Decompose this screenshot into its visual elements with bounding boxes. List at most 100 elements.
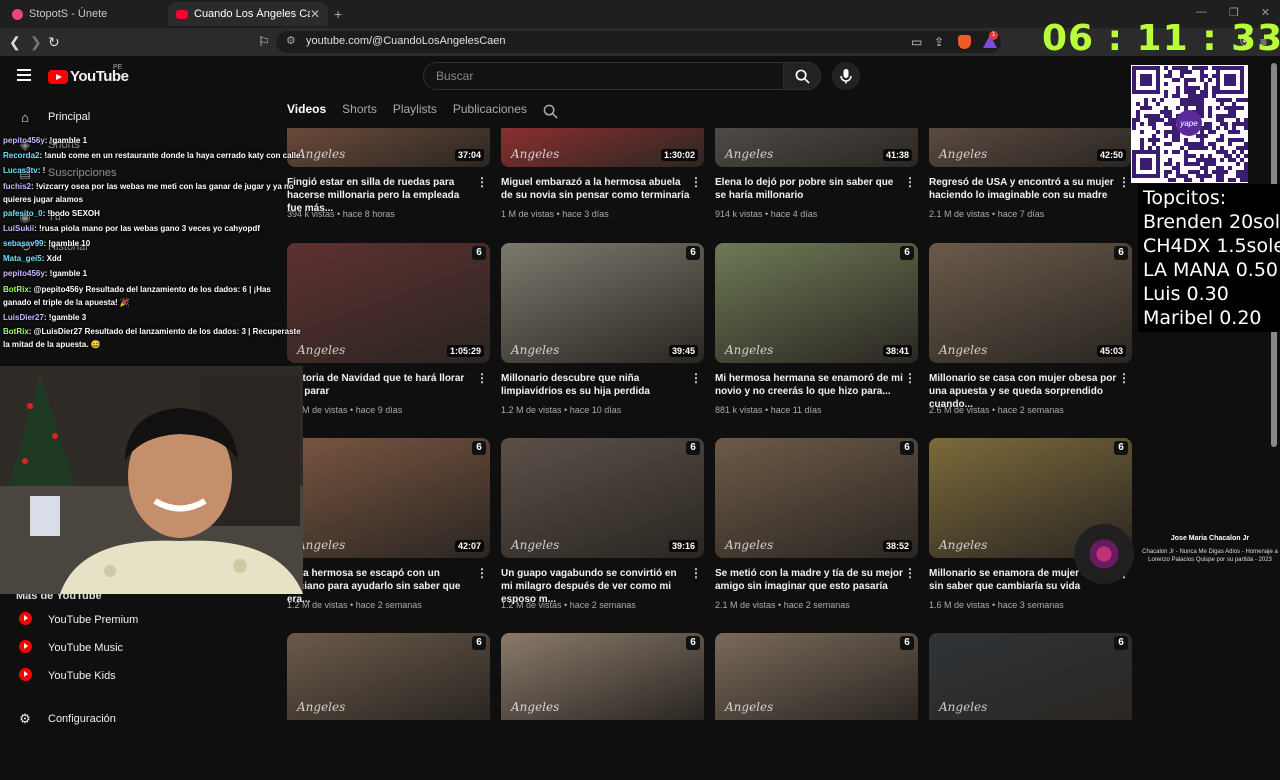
youtube-kids-icon	[18, 668, 32, 681]
video-title[interactable]: Regresó de USA y encontró a su mujer hac…	[929, 176, 1119, 202]
chat-text: : !bodo SEXOH	[42, 209, 100, 218]
video-card[interactable]: Angeles 37:04 Fingió estar en silla de rue…	[287, 128, 490, 227]
channel-search-icon[interactable]	[543, 104, 558, 119]
more-options-icon[interactable]: ⋮	[1118, 175, 1130, 189]
video-card[interactable]: Angeles 6	[929, 633, 1132, 780]
video-thumbnail[interactable]: Angeles 6 1:05:29	[287, 243, 490, 363]
new-tab-button[interactable]: +	[334, 6, 342, 22]
more-options-icon[interactable]: ⋮	[904, 566, 916, 580]
chat-message: BotRix: @LuisDier27 Resultado del lanzam…	[3, 327, 301, 336]
video-card[interactable]: Angeles 6	[287, 633, 490, 780]
video-card[interactable]: Angeles 42:50 Regresó de USA y encontró a …	[929, 128, 1132, 227]
back-arrow-icon[interactable]: ❮	[9, 34, 21, 51]
video-card[interactable]: Angeles 6 39:45 Millonario descubre que niñ…	[501, 243, 704, 423]
chat-message: la mitad de la apuesta. 😅	[3, 340, 101, 349]
video-thumbnail[interactable]: Angeles 42:50	[929, 128, 1132, 167]
sidebar-item-label: Suscripciones	[48, 167, 117, 179]
video-card[interactable]: Angeles 1:30:02 Miguel embarazó a la hermo…	[501, 128, 704, 227]
video-age: hace 9 días	[355, 405, 403, 415]
cast-icon[interactable]: ▭	[911, 35, 922, 49]
more-options-icon[interactable]: ⋮	[690, 371, 702, 385]
meta-separator: •	[762, 209, 771, 219]
video-title[interactable]: Historia de Navidad que te hará llorar s…	[287, 372, 477, 398]
video-thumbnail[interactable]: Angeles 6 38:41	[715, 243, 918, 363]
video-title[interactable]: Elena lo dejó por pobre sin saber que se…	[715, 176, 905, 202]
video-card[interactable]: Angeles 6	[501, 633, 704, 780]
chat-message: ganado el triple de la apuesta! 🎉	[3, 298, 130, 307]
tab-playlists[interactable]: Playlists	[393, 102, 437, 122]
video-meta: 394 k vistas • hace 8 horas	[287, 209, 395, 219]
tab-publicaciones[interactable]: Publicaciones	[453, 102, 527, 122]
video-thumbnail[interactable]: Angeles 6 39:16	[501, 438, 704, 558]
more-options-icon[interactable]: ⋮	[476, 566, 488, 580]
video-thumbnail[interactable]: Angeles 1:30:02	[501, 128, 704, 167]
more-options-icon[interactable]: ⋮	[904, 371, 916, 385]
video-card[interactable]: Angeles 6 1:05:29 Historia de Navidad que t…	[287, 243, 490, 423]
video-card[interactable]: Angeles 6 42:07 Niña hermosa se escapó con …	[287, 438, 490, 618]
sidebar-item-youtube-music[interactable]: YouTube Music	[16, 637, 123, 659]
video-thumbnail[interactable]: Angeles 6 38:52	[715, 438, 918, 558]
video-thumbnail[interactable]: Angeles 6 45:03	[929, 243, 1132, 363]
video-card[interactable]: Angeles 41:38 Elena lo dejó por pobre sin …	[715, 128, 918, 227]
reload-icon[interactable]: ↻	[48, 34, 60, 51]
top-donor-entry: Luis 0.30	[1143, 283, 1229, 305]
forward-arrow-icon[interactable]: ❯	[30, 34, 42, 51]
video-views: 1.6 M de vistas	[929, 600, 990, 610]
channel-watermark: Angeles	[939, 700, 988, 714]
video-thumbnail[interactable]: Angeles 6	[287, 633, 490, 720]
tab-shorts[interactable]: Shorts	[342, 102, 377, 122]
chat-username: Mata_gei5	[3, 254, 42, 263]
more-options-icon[interactable]: ⋮	[1118, 371, 1130, 385]
share-icon[interactable]: ⇪	[934, 35, 944, 49]
search-input[interactable]	[423, 62, 785, 90]
more-options-icon[interactable]: ⋮	[690, 566, 702, 580]
video-thumbnail[interactable]: Angeles 6	[501, 633, 704, 720]
video-meta: 1.6 M de vistas • hace 3 semanas	[929, 600, 1064, 610]
video-age: hace 2 semanas	[569, 600, 636, 610]
video-thumbnail[interactable]: Angeles 6	[715, 633, 918, 720]
video-title[interactable]: Miguel embarazó a la hermosa abuela de s…	[501, 176, 691, 202]
sidebar-item-youtube-premium[interactable]: YouTube Premium	[16, 609, 138, 631]
close-tab-icon[interactable]: ✕	[310, 7, 320, 21]
video-thumbnail[interactable]: Angeles 41:38	[715, 128, 918, 167]
sidebar-item-youtube-kids[interactable]: YouTube Kids	[16, 665, 116, 687]
video-thumbnail[interactable]: Angeles 6 39:45	[501, 243, 704, 363]
video-card[interactable]: Angeles 6 38:52 Se metió con la madre y tía…	[715, 438, 918, 618]
browser-tab-stopots[interactable]: StopotS - Únete	[4, 2, 164, 26]
video-card[interactable]: Angeles 6 45:03 Millonario se casa con muje…	[929, 243, 1132, 423]
browser-tab-youtube[interactable]: Cuando Los Ángeles Caen - You ✕	[168, 2, 328, 26]
chat-text: : Xdd	[41, 254, 62, 263]
video-card[interactable]: Angeles 6	[715, 633, 918, 780]
search-button[interactable]	[783, 62, 821, 90]
chat-text: : !	[37, 166, 46, 175]
video-title[interactable]: Mi hermosa hermana se enamoró de mi novi…	[715, 372, 905, 398]
more-options-icon[interactable]: ⋮	[476, 175, 488, 189]
video-card[interactable]: Angeles 6 38:41 Mi hermosa hermana se enamo…	[715, 243, 918, 423]
video-thumbnail[interactable]: Angeles 6 42:07	[287, 438, 490, 558]
top-donor-entry: LA MANA 0.50	[1143, 259, 1279, 281]
channel-watermark: Angeles	[939, 538, 988, 552]
bookmark-icon[interactable]: ⚐	[258, 34, 270, 50]
tab-videos[interactable]: Videos	[287, 102, 326, 122]
youtube-premium-icon	[18, 612, 32, 625]
video-title[interactable]: Se metió con la madre y tía de su mejor …	[715, 567, 905, 593]
brave-shields-icon[interactable]	[958, 35, 971, 49]
chat-message: BotRix: @pepito456y Resultado del lanzam…	[3, 285, 271, 294]
video-thumbnail[interactable]: Angeles 37:04	[287, 128, 490, 167]
address-bar[interactable]: ⚙ youtube.com/@CuandoLosAngelesCaen	[276, 31, 1001, 53]
voice-search-button[interactable]	[832, 62, 860, 90]
gear-icon: ⚙	[19, 711, 31, 726]
video-card[interactable]: Angeles 6 39:16 Un guapo vagabundo se convi…	[501, 438, 704, 618]
hamburger-menu-icon[interactable]	[17, 69, 31, 81]
sidebar-item-settings[interactable]: ⚙ Configuración	[16, 708, 116, 730]
video-title[interactable]: Millonario descubre que niña limpiavidri…	[501, 372, 691, 398]
more-options-icon[interactable]: ⋮	[690, 175, 702, 189]
site-info-icon[interactable]: ⚙	[286, 34, 296, 47]
more-options-icon[interactable]: ⋮	[476, 371, 488, 385]
video-thumbnail[interactable]: Angeles 6	[929, 633, 1132, 720]
tab-label: Cuando Los Ángeles Caen - You	[194, 8, 310, 20]
home-icon: ⌂	[21, 109, 29, 125]
sidebar-item-principal[interactable]: ⌂ Principal	[16, 106, 90, 128]
video-views: 1 M de vistas	[501, 209, 555, 219]
more-options-icon[interactable]: ⋮	[904, 175, 916, 189]
